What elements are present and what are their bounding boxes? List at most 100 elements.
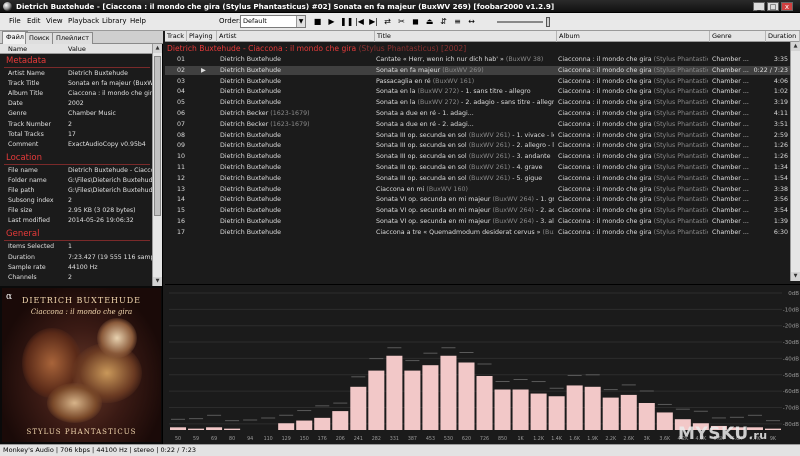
track-duration: 3:54 — [773, 207, 788, 215]
spectrum-bar — [170, 427, 187, 430]
property-row[interactable]: Album Title Ciaccona : il mondo che gira … — [0, 89, 152, 99]
album-ensemble: (Stylus Phantasticus) — [653, 207, 708, 215]
track-row[interactable]: 04 Dietrich Buxtehude Sonata en la (BuxWV … — [165, 87, 790, 96]
track-row[interactable]: 09 Dietrich Buxtehude Sonata III op. secun… — [165, 141, 790, 150]
playing-indicator-icon: ▶ — [201, 66, 206, 74]
menu-edit[interactable]: Edit — [27, 17, 41, 25]
col-playing[interactable]: Playing — [187, 31, 217, 42]
track-row[interactable]: 05 Dietrich Buxtehude Sonata en la (BuxWV … — [165, 98, 790, 107]
volume-slider-track[interactable] — [497, 21, 543, 23]
property-row[interactable]: Date 2002 — [0, 99, 152, 109]
col-track[interactable]: Track — [165, 31, 187, 42]
next-button[interactable]: ▶| — [368, 16, 379, 27]
property-row[interactable]: Sample rate 44100 Hz — [0, 263, 152, 273]
col-artist[interactable]: Artist — [217, 31, 375, 42]
track-row[interactable]: 14 Dietrich Buxtehude Sonata VI op. secund… — [165, 195, 790, 204]
property-row[interactable]: Track Title Sonata en fa majeur (BuxWV 26… — [0, 79, 152, 89]
property-row[interactable]: Artist Name Dietrich Buxtehude — [0, 69, 152, 79]
track-title: Sonata en fa majeur (BuxWV 269) — [376, 66, 554, 75]
property-row[interactable]: Subsong index 2 — [0, 196, 152, 206]
property-row[interactable]: File path G:\Files\Dieterich Buxtehude\ — [0, 186, 152, 196]
property-value: Dietrich Buxtehude - Ciaccona — [68, 166, 152, 174]
track-row[interactable]: 12 Dietrich Buxtehude Sonata III op. secun… — [165, 174, 790, 183]
track-row[interactable]: 07 Dietrich Becker (1623-1679) Sonata a du… — [165, 120, 790, 129]
freq-label: 530 — [444, 436, 453, 442]
album-ensemble: (Stylus Phantasticus) — [653, 99, 708, 107]
cut-icon[interactable]: ✂ — [396, 16, 407, 27]
eject-icon[interactable]: ⏏ — [424, 16, 435, 27]
property-row[interactable]: Items Selected 1 — [0, 242, 152, 252]
play-button[interactable]: ▶ — [326, 16, 337, 27]
track-row[interactable]: 01 Dietrich Buxtehude Cantate « Herr, wenn… — [165, 55, 790, 64]
close-button[interactable]: x — [781, 2, 793, 11]
tab-playlist[interactable]: Плейлист — [52, 32, 94, 44]
track-album: Ciacconna : il mondo che gira (Stylus Ph… — [558, 66, 708, 75]
track-genre: Chamber ... — [712, 120, 749, 128]
minimize-button[interactable]: _ — [753, 2, 765, 11]
property-row[interactable]: Track Number 2 — [0, 120, 152, 130]
properties-scrollbar[interactable]: ▲ ▼ — [152, 44, 162, 286]
track-row[interactable]: 11 Dietrich Buxtehude Sonata III op. secun… — [165, 163, 790, 172]
foobar-app-icon — [3, 2, 12, 11]
track-row[interactable]: 08 Dietrich Buxtehude Sonata III op. secun… — [165, 131, 790, 140]
menu-view[interactable]: View — [46, 17, 63, 25]
track-row[interactable]: 15 Dietrich Buxtehude Sonata VI op. secund… — [165, 206, 790, 215]
track-row[interactable]: 10 Dietrich Buxtehude Sonata III op. secun… — [165, 152, 790, 161]
pause-button[interactable]: ❚❚ — [340, 16, 353, 27]
property-row[interactable]: Channels 2 — [0, 273, 152, 283]
header-name[interactable]: Name — [8, 44, 27, 54]
sort-icon[interactable]: ⇵ — [438, 16, 449, 27]
track-row[interactable]: 13 Dietrich Buxtehude Ciaccona en mi (BuxW… — [165, 185, 790, 194]
property-row[interactable]: Folder name G:\Files\Dieterich Buxtehude\ — [0, 176, 152, 186]
maximize-button[interactable]: □ — [767, 2, 779, 11]
menu-help[interactable]: Help — [130, 17, 146, 25]
track-row[interactable]: 16 Dietrich Buxtehude Sonata VI op. secund… — [165, 217, 790, 226]
property-row[interactable]: Genre Chamber Music — [0, 109, 152, 119]
db-label: -40dB — [783, 356, 799, 362]
artist-name: Dietrich Buxtehude — [220, 88, 281, 96]
balance-icon[interactable]: ↔ — [466, 16, 477, 27]
scroll-up-icon[interactable]: ▲ — [791, 42, 800, 51]
scroll-up-icon[interactable]: ▲ — [153, 44, 162, 53]
artist-name: Dietrich Buxtehude — [220, 228, 281, 236]
menu-library[interactable]: Library — [102, 17, 126, 25]
stop-button[interactable]: ■ — [312, 16, 323, 27]
title-main: Sonata en la — [376, 99, 416, 107]
title-main: Sonata VI op. secunda en mi majeur — [376, 218, 491, 225]
track-row[interactable]: 17 Dietrich Buxtehude Ciaccona a tre « Que… — [165, 228, 790, 237]
col-title[interactable]: Title — [375, 31, 557, 42]
col-genre[interactable]: Genre — [710, 31, 766, 42]
property-row[interactable]: Comment ExactAudioCopy v0.95b4 — [0, 140, 152, 150]
track-title: Sonata III op. secunda en sol (BuxWV 261… — [376, 141, 554, 150]
property-row[interactable]: Total Tracks 17 — [0, 130, 152, 140]
track-artist: Dietrich Buxtehude — [220, 152, 370, 161]
playlist-scrollbar[interactable]: ▲ ▼ — [790, 42, 800, 281]
previous-button[interactable]: |◀ — [354, 16, 365, 27]
property-row[interactable]: Last modified 2014-05-26 19:06:32 — [0, 216, 152, 226]
col-duration[interactable]: Duration — [766, 31, 800, 42]
list-icon[interactable]: ≡ — [452, 16, 463, 27]
scrollbar-thumb[interactable] — [154, 56, 161, 216]
title-catalog: (BuxWV 264) — [492, 218, 534, 225]
track-genre: Chamber ... — [712, 66, 749, 74]
track-row[interactable]: 06 Dietrich Becker (1623-1679) Sonata a du… — [165, 109, 790, 118]
title-movement: - 2. adagio - sans titre - allegro — [459, 99, 554, 107]
volume-slider-handle[interactable] — [546, 17, 550, 27]
property-row[interactable]: File size 2.95 KB (3 028 bytes) — [0, 206, 152, 216]
header-value[interactable]: Value — [68, 44, 86, 54]
tab-search[interactable]: Поиск — [25, 32, 54, 44]
col-album[interactable]: Album — [557, 31, 710, 42]
scroll-down-icon[interactable]: ▼ — [791, 272, 800, 281]
stop-after-current-icon[interactable]: ◼ — [410, 16, 421, 27]
property-row[interactable]: File name Dietrich Buxtehude - Ciaccona — [0, 166, 152, 176]
order-dropdown[interactable]: Default ▼ — [240, 15, 306, 28]
menu-playback[interactable]: Playback — [68, 17, 99, 25]
menu-file[interactable]: File — [9, 17, 21, 25]
track-row[interactable]: 02 ▶ Dietrich Buxtehude Sonata en fa majeur… — [165, 65, 790, 75]
track-genre: Chamber ... — [712, 131, 749, 139]
scroll-down-icon[interactable]: ▼ — [153, 277, 162, 286]
property-row[interactable]: Duration 7:23.427 (19 555 116 samples) — [0, 253, 152, 263]
title-movement: - 2. adagio — [535, 207, 554, 215]
track-row[interactable]: 03 Dietrich Buxtehude Passacaglia en ré (B… — [165, 77, 790, 86]
random-button[interactable]: ⇄ — [382, 16, 393, 27]
